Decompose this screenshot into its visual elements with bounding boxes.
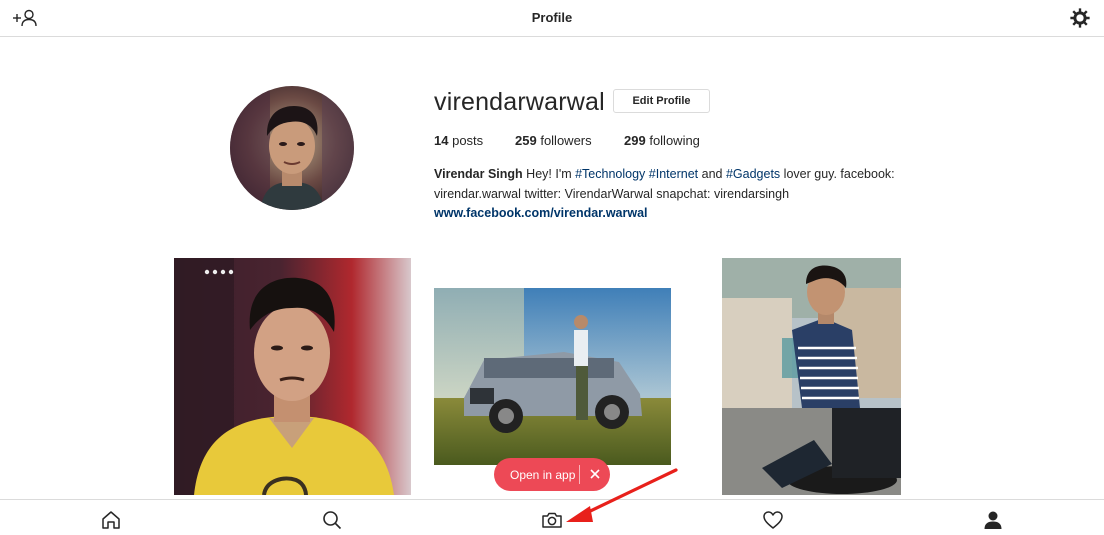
following-label: following [649,133,700,148]
page-title: Profile [531,10,573,25]
home-icon[interactable] [100,509,122,531]
following-count: 299 [624,133,646,148]
hashtag-link[interactable]: #Internet [649,167,698,181]
gear-icon[interactable] [1069,7,1091,29]
hashtag-link[interactable]: #Gadgets [726,167,780,181]
post-thumbnail[interactable] [722,258,901,495]
post-thumbnail[interactable] [174,258,411,495]
website-link[interactable]: www.facebook.com/virendar.warwal [434,204,914,224]
edit-profile-button[interactable]: Edit Profile [613,89,710,113]
bio-text: and [701,167,723,181]
annotation-arrow-icon [566,468,678,522]
posts-label: posts [452,133,484,148]
following-stat[interactable]: 299 following [624,133,700,148]
profile-bio: Virendar Singh Hey! I'm #Technology #Int… [434,165,914,224]
posts-stat: 14 posts [434,133,483,148]
search-icon[interactable] [321,509,343,531]
heart-icon[interactable] [762,509,784,531]
followers-stat[interactable]: 259 followers [515,133,592,148]
top-bar: Profile [0,0,1104,37]
camera-icon[interactable] [541,509,563,531]
hashtag-link[interactable]: #Technology [575,167,645,181]
profile-username: virendarwarwal [434,88,605,116]
followers-label: followers [540,133,592,148]
posts-count: 14 [434,133,449,148]
profile-avatar[interactable] [230,86,354,210]
bio-text: Hey! I'm [526,167,572,181]
profile-icon[interactable] [982,509,1004,531]
bio-full-name: Virendar Singh [434,167,523,181]
post-thumbnail[interactable] [434,288,671,465]
bottom-nav [0,499,1104,535]
followers-count: 259 [515,133,537,148]
